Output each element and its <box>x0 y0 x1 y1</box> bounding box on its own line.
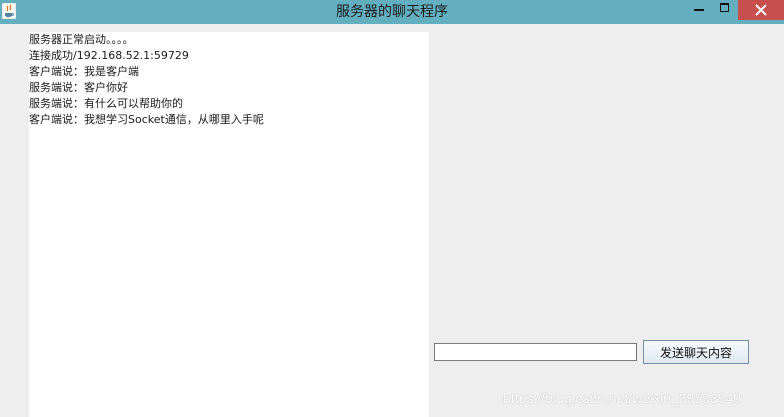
minimize-button[interactable] <box>686 0 712 20</box>
close-button[interactable] <box>738 0 784 20</box>
title-bar[interactable]: 服务器的聊天程序 <box>0 0 784 24</box>
chat-line: 服务器正常启动。。。。 <box>29 33 134 46</box>
minimize-icon <box>694 9 704 11</box>
chat-line: 客户端说：我想学习Socket通信，从哪里入手呢 <box>29 113 264 126</box>
message-input[interactable] <box>434 343 637 361</box>
chat-line: 客户端说：我是客户端 <box>29 65 139 78</box>
chat-line: 服务端说：客户你好 <box>29 81 128 94</box>
close-icon <box>755 4 767 16</box>
send-message-button[interactable]: 发送聊天内容 <box>643 340 749 364</box>
chat-line: 服务端说：有什么可以帮助你的 <box>29 97 183 110</box>
app-window: 服务器的聊天程序 服务器正常启动。。。。 连接成功/192.168.52.1:5… <box>0 0 784 417</box>
maximize-icon <box>720 3 729 12</box>
chat-line: 连接成功/192.168.52.1:59729 <box>29 49 189 62</box>
maximize-button[interactable] <box>712 0 738 20</box>
window-title: 服务器的聊天程序 <box>336 4 448 20</box>
chat-history-textarea[interactable]: 服务器正常启动。。。。 连接成功/192.168.52.1:59729 客户端说… <box>29 32 429 417</box>
watermark-url: https://blog.csdn.net/weixin_39593940 <box>503 390 742 406</box>
